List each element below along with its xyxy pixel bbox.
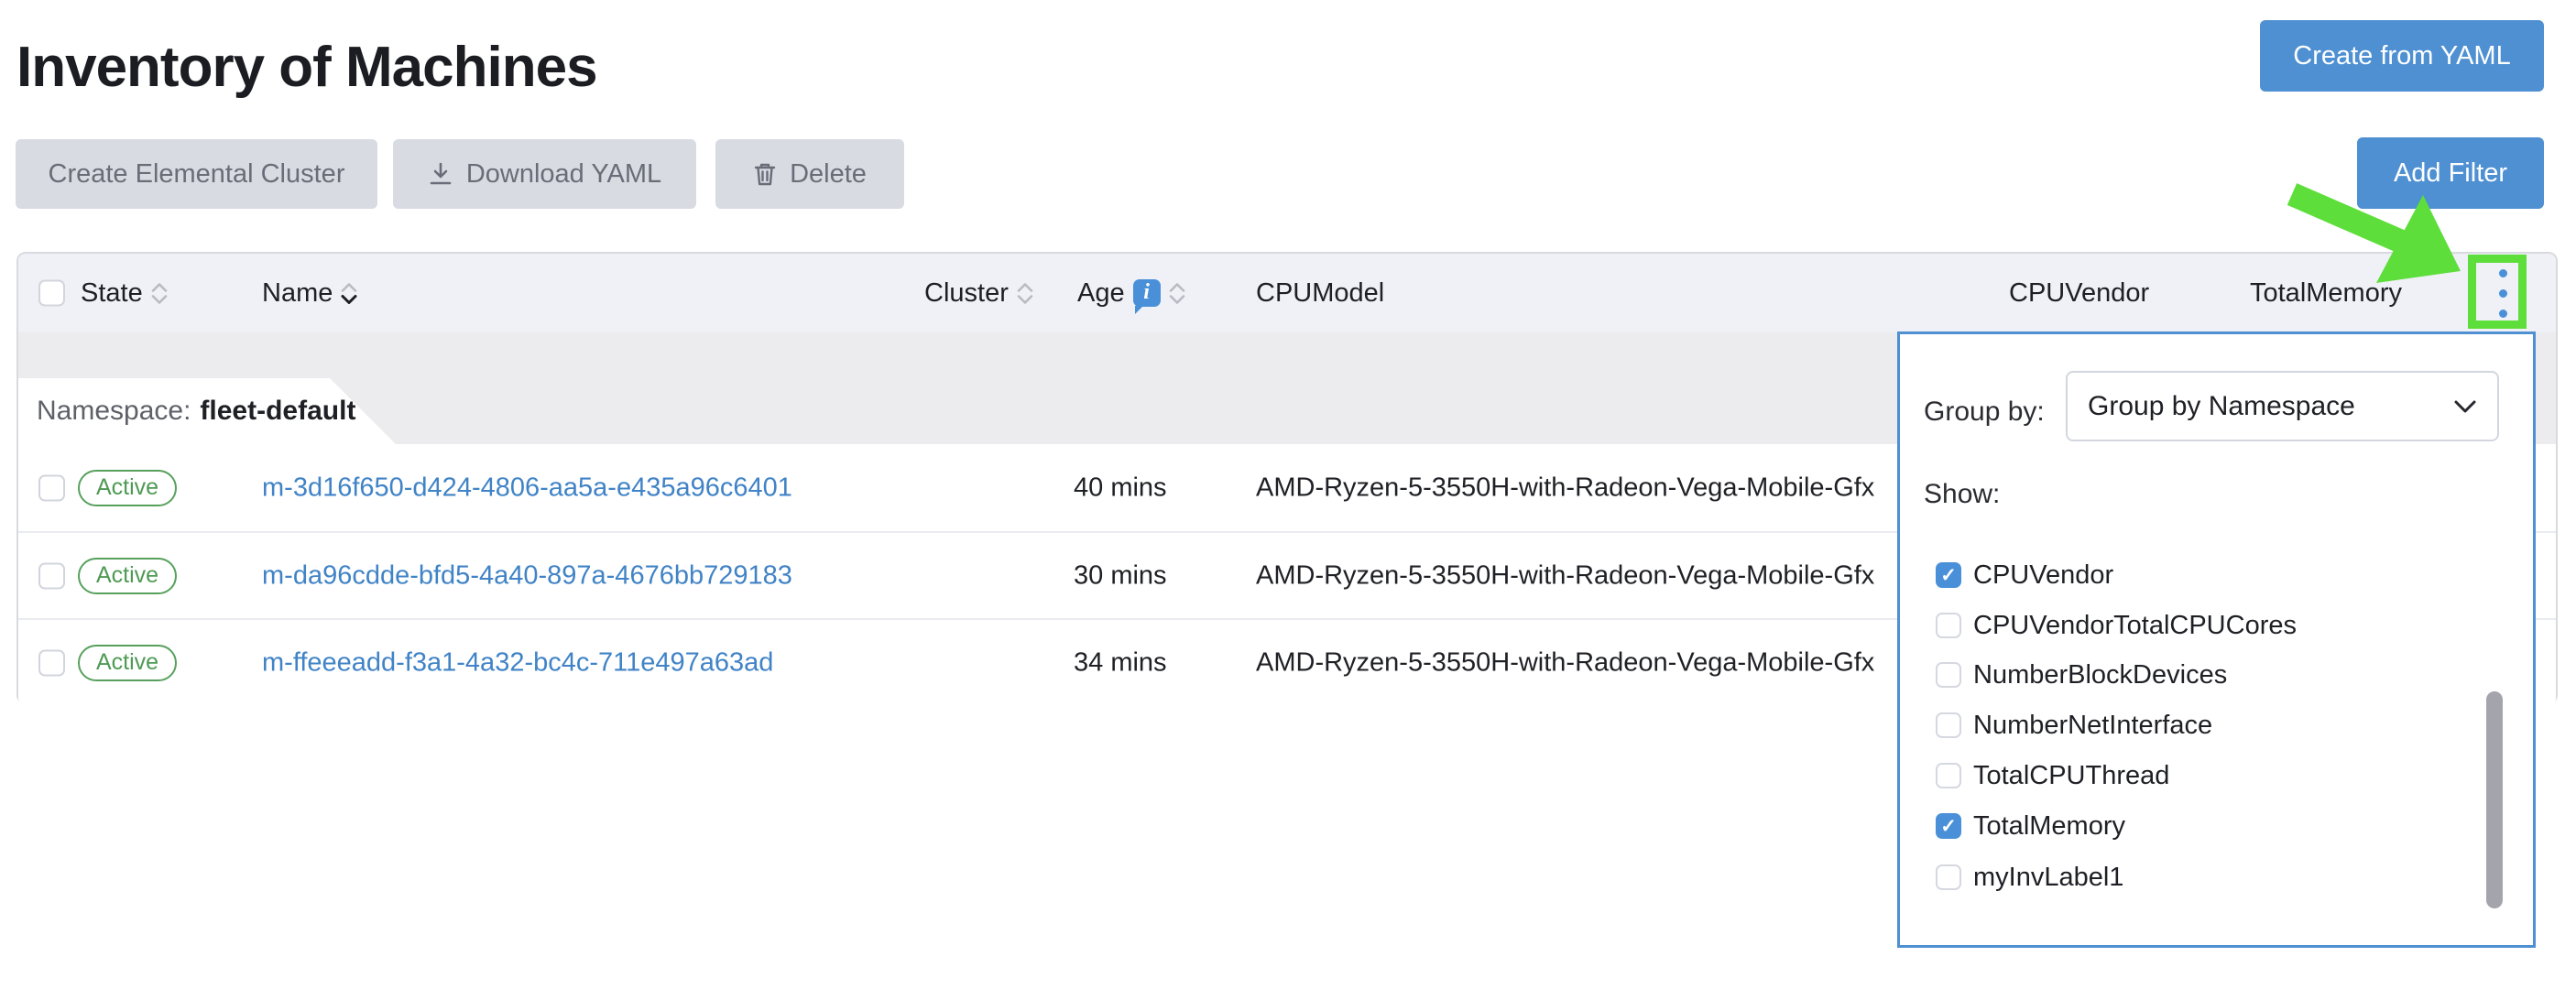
checkbox[interactable]: [1936, 613, 1961, 638]
column-header-cpuvendor: CPUVendor: [2009, 254, 2149, 332]
column-menu-kebab-button[interactable]: [2477, 264, 2528, 322]
sort-icon: [151, 283, 168, 304]
column-header-name[interactable]: Name: [262, 254, 357, 332]
chevron-down-icon: [2453, 399, 2477, 414]
namespace-group-value: fleet-default: [200, 396, 355, 427]
machine-name-link[interactable]: m-ffeeeadd-f3a1-4a32-bc4c-711e497a63ad: [262, 647, 773, 677]
group-by-select[interactable]: Group by Namespace: [2066, 371, 2499, 441]
cpu-model-cell: AMD-Ryzen-5-3550H-with-Radeon-Vega-Mobil…: [1256, 560, 1874, 591]
machine-name-link[interactable]: m-da96cdde-bfd5-4a40-897a-4676bb729183: [262, 560, 792, 590]
age-cell: 30 mins: [1074, 560, 1167, 591]
column-option-totalcputhread[interactable]: TotalCPUThread: [1936, 760, 2169, 791]
age-info-icon[interactable]: i: [1133, 279, 1161, 307]
sort-icon: [1169, 283, 1185, 304]
row-checkbox[interactable]: [38, 649, 65, 676]
namespace-group-label: Namespace:: [37, 396, 191, 427]
download-yaml-button[interactable]: Download YAML: [393, 139, 696, 209]
age-cell: 34 mins: [1074, 647, 1167, 678]
column-header-cpumodel: CPUModel: [1256, 254, 1384, 332]
show-label: Show:: [1924, 479, 2000, 510]
column-header-state[interactable]: State: [81, 254, 168, 332]
download-icon: [428, 161, 453, 187]
column-option-myinvlabel1[interactable]: myInvLabel1: [1936, 862, 2123, 893]
delete-button[interactable]: Delete: [715, 139, 904, 209]
column-option-numbernetinterface[interactable]: NumberNetInterface: [1936, 710, 2212, 741]
column-option-totalmemory[interactable]: ✓ TotalMemory: [1936, 810, 2125, 842]
column-header-age[interactable]: Age i: [1077, 254, 1185, 332]
checkbox[interactable]: [1936, 763, 1961, 788]
column-header-cluster[interactable]: Cluster: [924, 254, 1033, 332]
select-all-checkbox[interactable]: [38, 280, 65, 307]
sort-icon-active-desc: [341, 283, 357, 304]
panel-scrollbar-thumb[interactable]: [2486, 691, 2503, 908]
row-checkbox[interactable]: [38, 474, 65, 501]
create-elemental-cluster-button[interactable]: Create Elemental Cluster: [16, 139, 377, 209]
delete-label: Delete: [790, 159, 867, 190]
column-option-cpuvendortotalcpucores[interactable]: CPUVendorTotalCPUCores: [1936, 610, 2297, 641]
age-cell: 40 mins: [1074, 473, 1167, 503]
status-badge: Active: [78, 558, 177, 594]
checkbox[interactable]: [1936, 712, 1961, 738]
checkbox[interactable]: ✓: [1936, 813, 1961, 839]
namespace-group-tab: Namespace: fleet-default: [18, 378, 396, 444]
group-by-selected-value: Group by Namespace: [2088, 391, 2453, 422]
group-by-label: Group by:: [1924, 397, 2045, 428]
column-option-cpuvendor[interactable]: ✓ CPUVendor: [1936, 560, 2113, 591]
checkbox[interactable]: ✓: [1936, 562, 1961, 588]
sort-icon: [1017, 283, 1033, 304]
checkbox[interactable]: [1936, 662, 1961, 688]
download-yaml-label: Download YAML: [466, 159, 661, 190]
row-checkbox[interactable]: [38, 562, 65, 589]
status-badge: Active: [78, 645, 177, 681]
page-title: Inventory of Machines: [16, 35, 597, 100]
column-options-panel: Group by: Group by Namespace Show: ✓ CPU…: [1897, 331, 2536, 948]
machine-name-link[interactable]: m-3d16f650-d424-4806-aa5a-e435a96c6401: [262, 473, 792, 502]
checkbox[interactable]: [1936, 864, 1961, 890]
inventory-page: Inventory of Machines Create from YAML C…: [0, 0, 2576, 989]
table-header-row: State Name Cluster: [18, 254, 2556, 332]
cpu-model-cell: AMD-Ryzen-5-3550H-with-Radeon-Vega-Mobil…: [1256, 647, 1874, 678]
column-header-totalmemory: TotalMemory: [2250, 254, 2402, 332]
add-filter-button[interactable]: Add Filter: [2357, 137, 2544, 209]
column-option-numberblockdevices[interactable]: NumberBlockDevices: [1936, 659, 2227, 690]
trash-icon: [753, 161, 777, 187]
status-badge: Active: [78, 470, 177, 506]
cpu-model-cell: AMD-Ryzen-5-3550H-with-Radeon-Vega-Mobil…: [1256, 473, 1874, 503]
create-from-yaml-button[interactable]: Create from YAML: [2260, 20, 2544, 92]
